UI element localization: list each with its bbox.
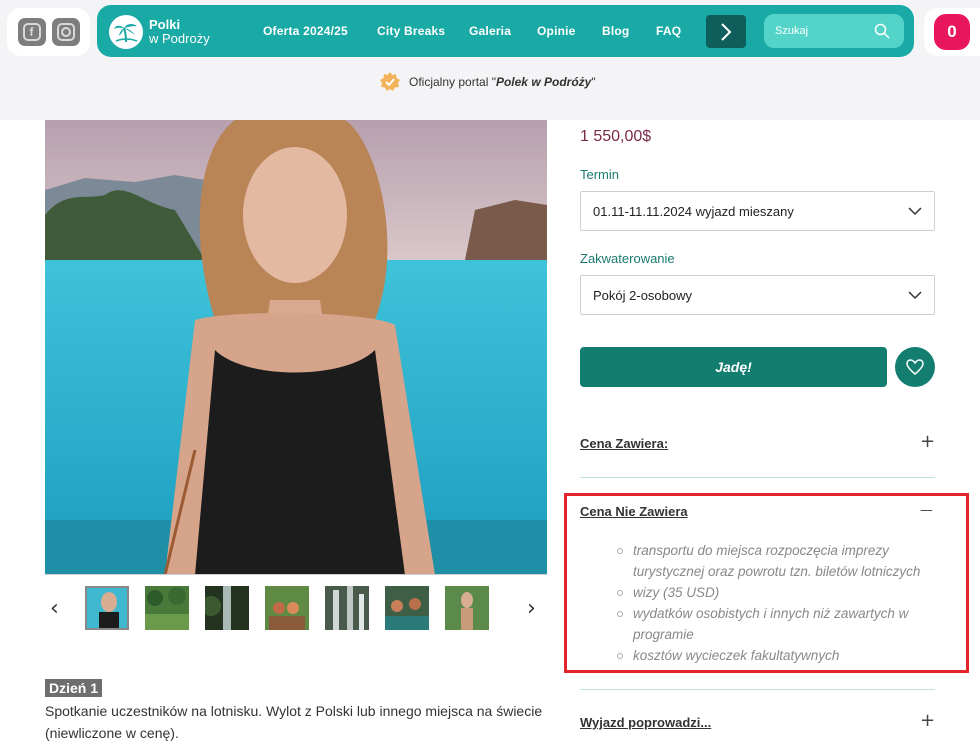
nav-galeria[interactable]: Galeria: [469, 24, 511, 38]
book-button[interactable]: Jadę!: [580, 347, 887, 387]
logo-text: Polki w Podroży: [149, 18, 210, 46]
gallery-thumb[interactable]: [385, 586, 429, 630]
price: 1 550,00$: [580, 128, 652, 145]
verified-badge-icon: [380, 72, 400, 91]
gallery-thumb[interactable]: [325, 586, 369, 630]
divider: [580, 689, 935, 690]
accommodation-label: Zakwaterowanie: [580, 251, 675, 266]
official-brand: Polek w Podróży: [495, 75, 592, 89]
nav-faq[interactable]: FAQ: [656, 24, 681, 38]
day-description: Spotkanie uczestników na lotnisku. Wylot…: [45, 703, 543, 741]
divider: [580, 477, 935, 478]
guide-header[interactable]: Wyjazd poprowadzi...: [580, 715, 711, 730]
nav-oferta[interactable]: Oferta 2024/25: [263, 24, 348, 38]
gallery-thumb[interactable]: [145, 586, 189, 630]
search-placeholder: Szukaj: [775, 25, 809, 37]
accommodation-value: Pokój 2-osobowy: [593, 288, 692, 303]
logo-line2: w Podroży: [149, 31, 210, 46]
instagram-glyph: [56, 23, 75, 41]
search-icon[interactable]: [874, 23, 890, 39]
highlight-box: [564, 493, 969, 673]
chevron-down-icon: [908, 291, 922, 300]
nav-next-button[interactable]: [706, 15, 746, 48]
official-portal-note: Oficjalny portal " Polek w Podróży ": [380, 72, 596, 92]
term-value: 01.11-11.11.2024 wyjazd mieszany: [593, 204, 794, 219]
nav-city-breaks[interactable]: City Breaks: [377, 24, 445, 38]
expand-icon[interactable]: +: [920, 433, 935, 451]
nav-opinie[interactable]: Opinie: [537, 24, 576, 38]
chevron-down-icon: [908, 207, 922, 216]
gallery-prev-button[interactable]: ‹: [50, 596, 59, 621]
official-suffix: ": [591, 75, 596, 89]
gallery-thumb[interactable]: [265, 586, 309, 630]
cart-count-badge[interactable]: 0: [934, 14, 970, 50]
wishlist-button[interactable]: [895, 347, 935, 387]
main-nav: Polki w Podroży Oferta 2024/25 City Brea…: [97, 5, 914, 57]
official-prefix: Oficjalny portal ": [409, 75, 496, 89]
accommodation-select[interactable]: Pokój 2-osobowy: [580, 275, 935, 315]
facebook-icon[interactable]: f: [17, 18, 46, 46]
gallery-next-button[interactable]: ›: [527, 596, 536, 621]
logo-line1: Polki: [149, 17, 181, 32]
price-includes-header[interactable]: Cena Zawiera:: [580, 436, 668, 451]
cart-box: 0: [924, 8, 980, 56]
main-photo[interactable]: [45, 120, 547, 575]
chevron-right-icon: [721, 22, 732, 41]
nav-blog[interactable]: Blog: [602, 24, 629, 38]
gallery-thumb[interactable]: [85, 586, 129, 630]
site-logo[interactable]: Polki w Podroży: [109, 15, 210, 49]
term-label: Termin: [580, 167, 620, 182]
social-links: f: [7, 8, 90, 56]
instagram-icon[interactable]: [51, 18, 80, 46]
gallery-thumb[interactable]: [445, 586, 489, 630]
expand-icon[interactable]: +: [920, 712, 935, 730]
facebook-glyph: f: [22, 23, 41, 41]
term-select[interactable]: 01.11-11.11.2024 wyjazd mieszany: [580, 191, 935, 231]
search-input[interactable]: Szukaj: [764, 14, 904, 48]
day-label: Dzień 1: [45, 679, 103, 697]
heart-icon: [906, 359, 924, 375]
gallery-thumb[interactable]: [205, 586, 249, 630]
palm-logo-icon: [109, 15, 143, 49]
